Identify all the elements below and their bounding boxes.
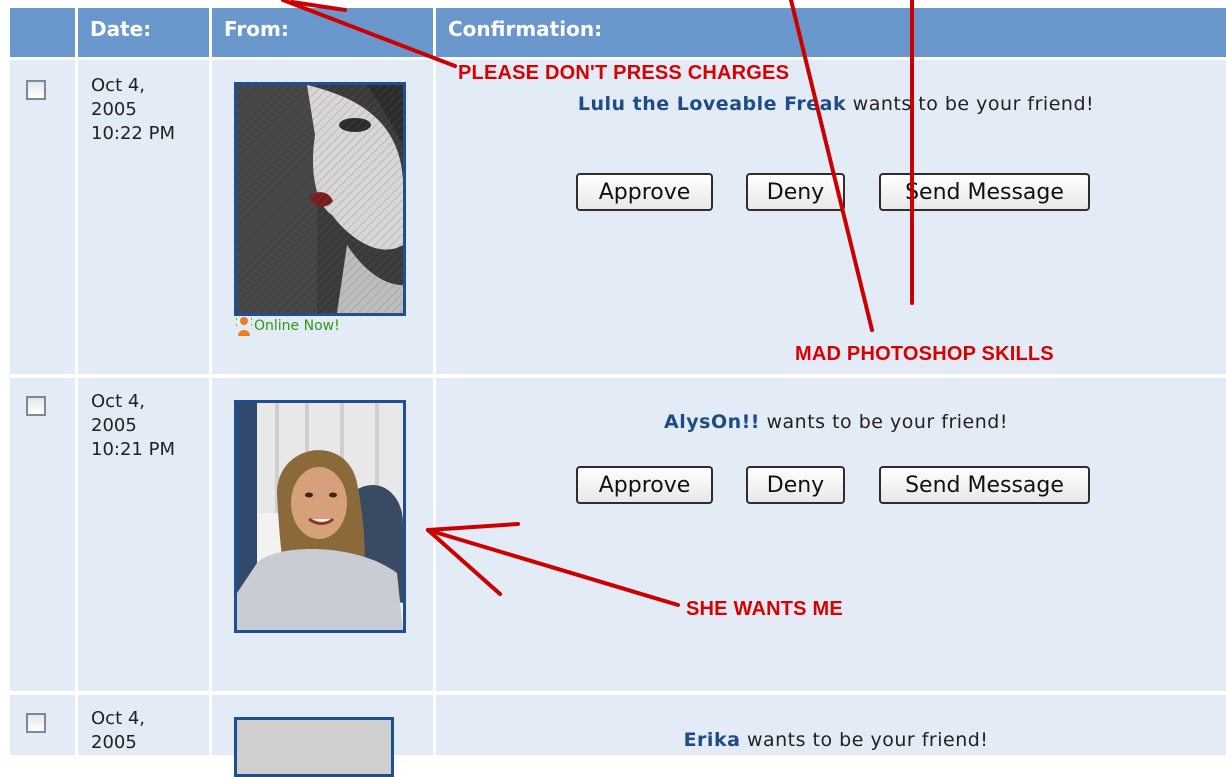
annotation-arrows	[281, 0, 914, 607]
arrow-to-photo	[426, 528, 680, 607]
annotation-wants: SHE WANTS ME	[686, 598, 843, 620]
arrow-line-photoshop-1	[789, 0, 874, 332]
annotation-photoshop: MAD PHOTOSHOP SKILLS	[795, 343, 1054, 365]
annotation-charges: PLEASE DON'T PRESS CHARGES	[458, 62, 790, 84]
arrow-to-from-header	[281, 0, 457, 68]
